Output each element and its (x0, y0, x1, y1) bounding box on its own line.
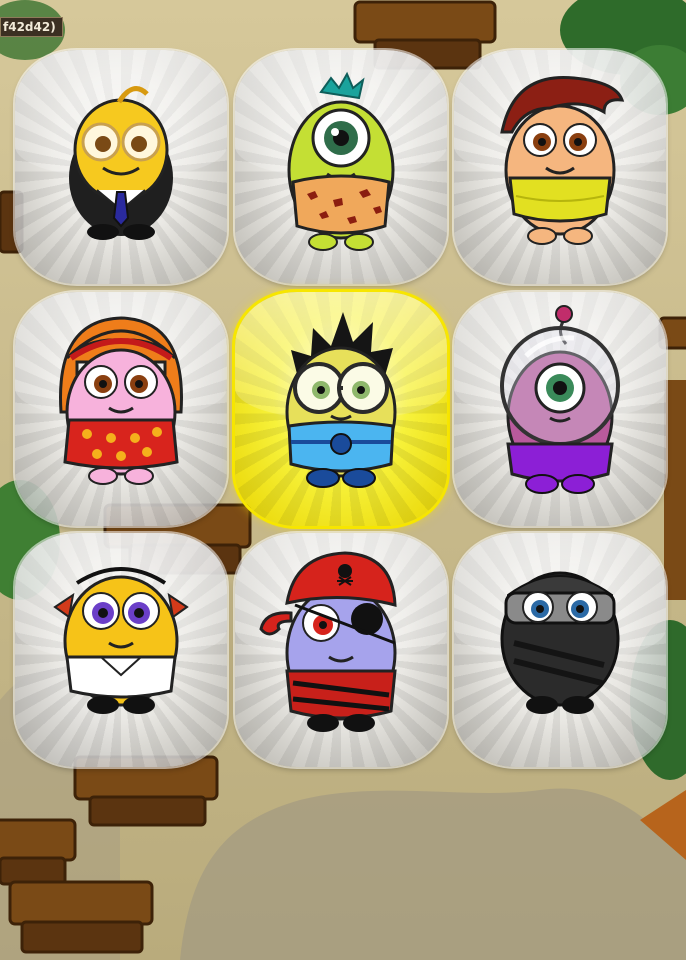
character-select-grid (0, 0, 686, 960)
character-card-redhead-boy[interactable] (454, 50, 666, 284)
character-card-ninja[interactable] (454, 533, 666, 767)
ninja-character-icon (500, 571, 620, 714)
redhead-girl-character-icon (59, 316, 183, 485)
character-card-businessman[interactable] (15, 50, 227, 284)
alien-astronaut-character-icon (500, 305, 620, 494)
character-card-caveman[interactable] (235, 50, 447, 284)
redhead-boy-character-icon (500, 75, 625, 245)
caveman-cyclops-character-icon (287, 71, 395, 251)
character-card-redhead-girl[interactable] (15, 292, 227, 526)
pirate-character-icon (259, 551, 397, 732)
character-card-alien[interactable] (454, 292, 666, 526)
character-card-nerd-selected[interactable] (235, 292, 447, 526)
character-card-pirate[interactable] (235, 533, 447, 767)
pigtail-girl-character-icon (53, 567, 189, 714)
nerd-glasses-character-icon (285, 312, 397, 488)
businessman-character-icon (69, 86, 173, 240)
character-card-pigtail-girl[interactable] (15, 533, 227, 767)
